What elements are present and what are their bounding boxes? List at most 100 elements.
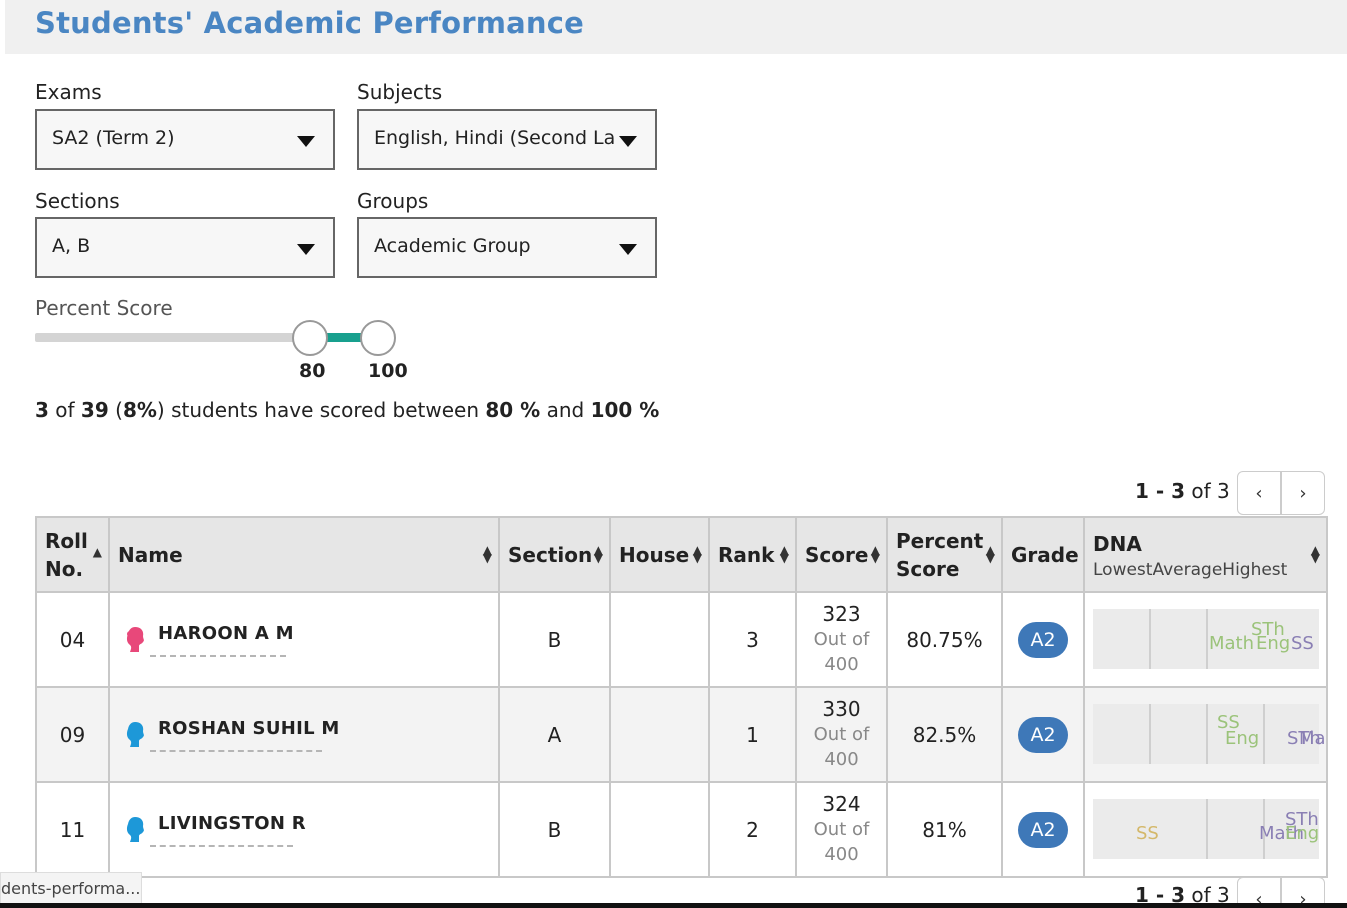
percent-cell: 82.5%: [886, 686, 1003, 783]
dna-highest-label: Highest: [1222, 559, 1288, 580]
slider-max-handle[interactable]: [360, 320, 396, 356]
slider-min-handle[interactable]: [292, 320, 328, 356]
column-header-dna[interactable]: DNA Lowest Average Highest ▲ ▼: [1083, 516, 1328, 593]
caret-down-icon: [619, 136, 637, 147]
sort-icon: ▲ ▼: [1310, 543, 1320, 565]
score-cell: 330 Out of 400: [795, 686, 888, 783]
sort-icon: ▲ ▼: [870, 543, 880, 565]
dna-cell: SS STh Math Eng: [1083, 781, 1328, 878]
status-bar-url: dents-performa...: [0, 872, 142, 906]
subjects-label: Subjects: [357, 80, 443, 104]
next-page-button[interactable]: ›: [1281, 471, 1325, 515]
dna-subject-label: Eng: [1285, 823, 1320, 844]
dna-subject-label: Eng: [1225, 728, 1260, 749]
house-cell: [609, 591, 710, 688]
prev-page-button[interactable]: ‹: [1237, 471, 1281, 515]
score-cell: 324 Out of 400: [795, 781, 888, 878]
female-avatar-icon: [126, 627, 144, 652]
dna-subject-label: Math: [1209, 633, 1255, 654]
grade-cell: A2: [1001, 686, 1085, 783]
student-name-link[interactable]: HAROON A M: [158, 623, 294, 644]
grade-badge: A2: [1018, 621, 1068, 658]
column-header-rank[interactable]: Rank ▲ ▼: [708, 516, 797, 593]
section-cell: B: [498, 591, 611, 688]
sort-icon: ▲ ▼: [593, 543, 603, 565]
rank-cell: 3: [708, 591, 797, 688]
column-header-percent[interactable]: Percent Score ▲ ▼: [886, 516, 1003, 593]
name-underline: [150, 750, 322, 752]
male-avatar-icon: [126, 722, 144, 747]
rank-cell: 2: [708, 781, 797, 878]
name-cell: HAROON A M: [108, 591, 500, 688]
sort-icon: ▲ ▼: [779, 543, 789, 565]
subjects-select[interactable]: English, Hindi (Second La...: [357, 109, 657, 170]
column-header-score[interactable]: Score ▲ ▼: [795, 516, 888, 593]
dna-cell: STh Math Eng SS: [1083, 591, 1328, 688]
pager-range: 1 - 3 of 3: [1135, 479, 1230, 503]
groups-value: Academic Group: [374, 235, 531, 257]
dna-chart: STh Math Eng SS: [1093, 609, 1319, 669]
column-header-name[interactable]: Name ▲ ▼: [108, 516, 500, 593]
summary-text: 3 of 39 (8%) students have scored betwee…: [35, 398, 660, 422]
exams-value: SA2 (Term 2): [52, 127, 175, 149]
sort-icon: ▲ ▼: [692, 543, 702, 565]
section-cell: A: [498, 686, 611, 783]
percent-cell: 80.75%: [886, 591, 1003, 688]
rank-cell: 1: [708, 686, 797, 783]
score-cell: 323 Out of 400: [795, 591, 888, 688]
table-header-row: Roll No. ▲ Name ▲ ▼ Section ▲ ▼ House ▲ ▼ Rank ▲…: [35, 516, 1328, 593]
name-underline: [150, 655, 286, 657]
column-header-grade: Grade: [1001, 516, 1085, 593]
slider-max-value: 100: [368, 360, 408, 382]
table-row[interactable]: 04 HAROON A M B 3 323 Out of 400 80.75% A2…: [35, 591, 1328, 688]
caret-down-icon: [297, 244, 315, 255]
sort-icon: ▲ ▼: [482, 543, 492, 565]
grade-badge: A2: [1018, 716, 1068, 753]
house-cell: [609, 686, 710, 783]
groups-select[interactable]: Academic Group: [357, 217, 657, 278]
exams-label: Exams: [35, 80, 102, 104]
house-cell: [609, 781, 710, 878]
dna-cell: SS Eng STh Ma: [1083, 686, 1328, 783]
column-header-roll[interactable]: Roll No. ▲: [35, 516, 110, 593]
caret-down-icon: [297, 136, 315, 147]
table-row[interactable]: 11 LIVINGSTON R B 2 324 Out of 400 81% A2 …: [35, 781, 1328, 878]
section-cell: B: [498, 781, 611, 878]
name-cell: ROSHAN SUHIL M: [108, 686, 500, 783]
roll-cell: 04: [35, 591, 110, 688]
column-header-section[interactable]: Section ▲ ▼: [498, 516, 611, 593]
name-cell: LIVINGSTON R: [108, 781, 500, 878]
roll-cell: 09: [35, 686, 110, 783]
percent-cell: 81%: [886, 781, 1003, 878]
table-row[interactable]: 09 ROSHAN SUHIL M A 1 330 Out of 400 82.5%…: [35, 686, 1328, 783]
sections-label: Sections: [35, 189, 120, 213]
dna-lowest-label: Lowest: [1093, 559, 1153, 580]
students-table: Roll No. ▲ Name ▲ ▼ Section ▲ ▼ House ▲ ▼ Rank ▲…: [35, 516, 1328, 878]
percent-score-label: Percent Score: [35, 296, 173, 320]
grade-badge: A2: [1018, 811, 1068, 848]
dna-chart: SS Eng STh Ma: [1093, 704, 1326, 764]
window-bottom-edge: [0, 903, 1347, 908]
subjects-value: English, Hindi (Second La...: [374, 127, 614, 149]
sections-value: A, B: [52, 235, 91, 257]
exams-select[interactable]: SA2 (Term 2): [35, 109, 335, 170]
dna-subject-label: Eng: [1256, 633, 1291, 654]
sections-select[interactable]: A, B: [35, 217, 335, 278]
dna-chart: SS STh Math Eng: [1093, 799, 1319, 859]
roll-cell: 11: [35, 781, 110, 878]
student-name-link[interactable]: LIVINGSTON R: [158, 813, 306, 834]
name-underline: [150, 845, 293, 847]
sort-icon: ▲ ▼: [985, 543, 995, 565]
dna-subject-label: SS: [1291, 633, 1314, 654]
male-avatar-icon: [126, 817, 144, 842]
grade-cell: A2: [1001, 781, 1085, 878]
student-name-link[interactable]: ROSHAN SUHIL M: [158, 718, 340, 739]
slider-min-value: 80: [299, 360, 326, 382]
page-title: Students' Academic Performance: [35, 6, 584, 40]
dna-subject-label: Ma: [1299, 728, 1326, 749]
grade-cell: A2: [1001, 591, 1085, 688]
column-header-house[interactable]: House ▲ ▼: [609, 516, 710, 593]
groups-label: Groups: [357, 189, 429, 213]
dna-subject-label: SS: [1136, 823, 1159, 844]
dna-average-label: Average: [1152, 559, 1223, 580]
